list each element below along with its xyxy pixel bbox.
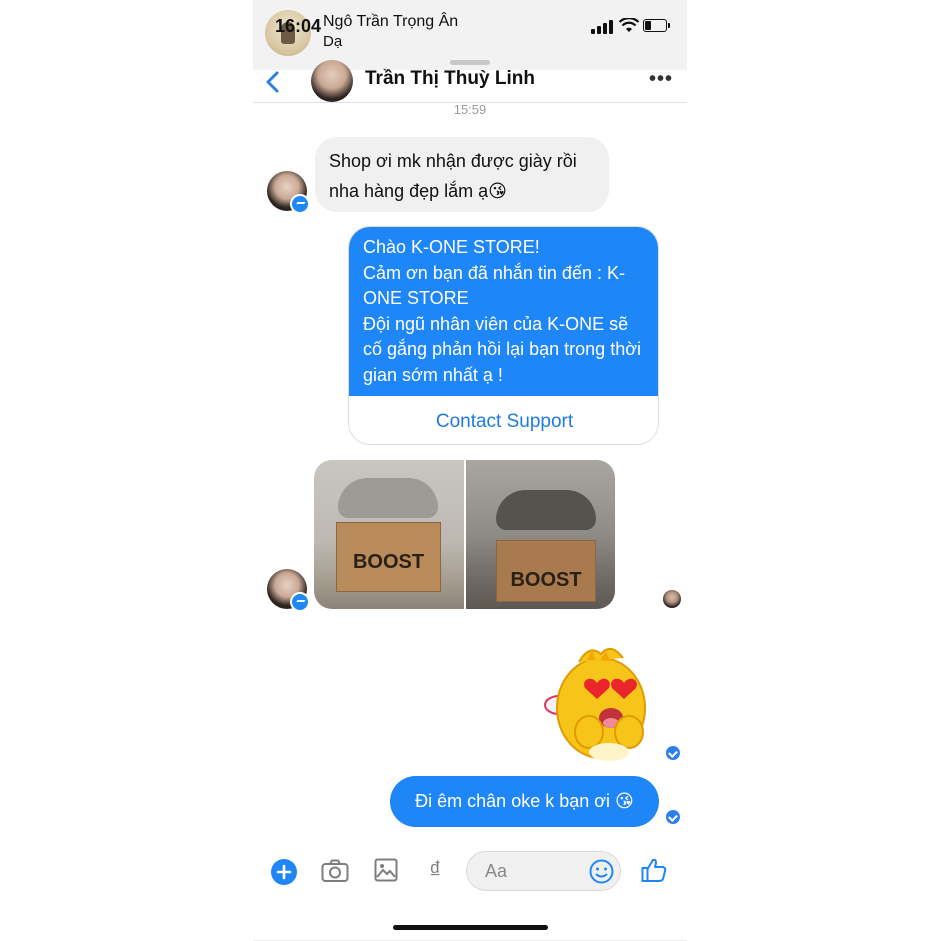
status-time: 16:04 [275,16,322,36]
shoe-box: BOOST [496,540,596,602]
banner-grabber[interactable] [450,60,490,65]
sent-check-icon [666,746,680,760]
composer-bar: ₫ Aa [253,845,687,900]
message-input[interactable]: Aa [466,851,621,891]
emoji-icon[interactable] [589,859,614,884]
shoe-box: BOOST [336,522,441,592]
shoe-shape [338,478,438,518]
wifi-icon [619,18,639,32]
home-indicator[interactable] [393,925,548,930]
love-sticker[interactable] [539,640,654,765]
contact-name[interactable]: Trần Thị Thuỳ Linh [365,68,535,90]
messenger-screen: 16:04 Ngô Trần Trọng Ân Dạ Trần Thị Thuỳ… [253,0,687,941]
messenger-badge-icon [290,194,310,214]
notification-sender: Ngô Trần Trọng Ân [323,13,459,30]
camera-icon[interactable] [321,859,349,883]
contact-support-button[interactable]: Contact Support [349,396,658,444]
message-input-placeholder: Aa [485,861,508,881]
notification-message: Dạ [323,33,343,50]
more-options-icon[interactable]: ••• [649,68,673,91]
outgoing-message[interactable]: Đi êm chân oke k bạn ơi 😘 [390,776,659,827]
gallery-icon[interactable] [374,858,398,882]
sender-avatar[interactable] [267,171,310,214]
like-thumb-icon[interactable] [641,857,667,883]
box-label: BOOST [352,551,425,573]
currency-icon[interactable]: ₫ [429,857,441,885]
message-timestamp: 15:59 [453,102,487,117]
battery-icon [643,19,670,32]
signal-icon [591,18,615,34]
chat-header: Trần Thị Thuỳ Linh ••• [253,60,687,103]
auto-reply-text: Chào K-ONE STORE! Cảm ơn bạn đã nhắn tin… [349,227,658,396]
read-receipt-avatar [663,590,681,608]
incoming-message[interactable]: Shop ơi mk nhận được giày rồi nha hàng đ… [315,137,609,212]
back-chevron-icon[interactable] [263,70,283,94]
sent-check-icon [666,810,680,824]
shoe-photo-1[interactable]: BOOST [314,460,464,609]
plus-icon[interactable] [270,858,298,886]
box-label: BOOST [510,569,582,591]
shoe-shape [496,490,596,530]
contact-avatar[interactable] [311,60,353,102]
shoe-photo-2[interactable]: BOOST [466,460,615,609]
sender-avatar[interactable] [267,569,310,612]
status-icons [591,18,677,34]
messenger-badge-icon [290,592,310,612]
notification-banner[interactable]: 16:04 Ngô Trần Trọng Ân Dạ [253,0,687,70]
auto-reply-card: Chào K-ONE STORE! Cảm ơn bạn đã nhắn tin… [348,226,659,445]
